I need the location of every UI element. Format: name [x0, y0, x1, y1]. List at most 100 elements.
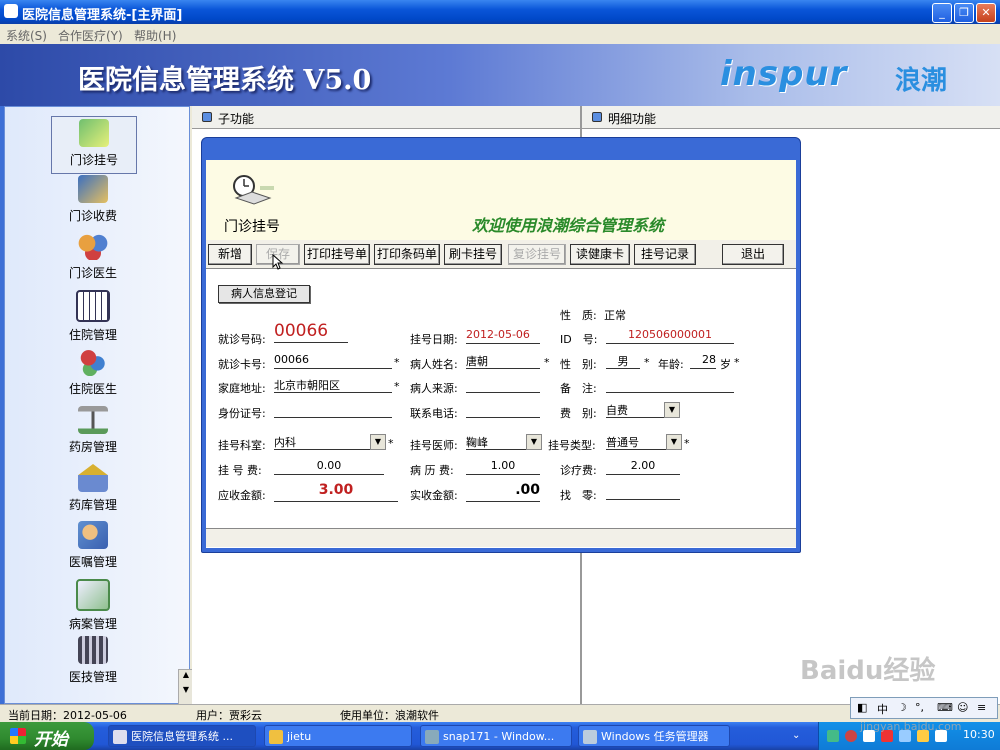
sidebar-item-label: 住院医生 — [68, 382, 117, 396]
image-viewer-icon — [425, 730, 439, 744]
visit-no-field[interactable]: 00066 — [274, 321, 348, 343]
calendar-icon — [76, 290, 110, 322]
sidebar-item-medical-technology[interactable]: 医技管理 — [51, 634, 135, 690]
scroll-down-icon[interactable]: ▼ — [179, 685, 193, 694]
sex-field[interactable]: 男 — [606, 353, 640, 369]
task-label: 医院信息管理系统 ... — [131, 730, 233, 743]
prescription-icon — [78, 521, 108, 549]
sidebar-item-inpatient-doctor[interactable]: 住院医生 — [51, 346, 135, 402]
banner: 医院信息管理系统 V5.0 inspur 浪潮 — [0, 44, 1000, 106]
patient-info-tab[interactable]: 病人信息登记 — [218, 285, 310, 303]
tray-security-icon[interactable] — [845, 730, 857, 742]
chevron-down-icon[interactable]: ▼ — [664, 402, 680, 418]
task-hospital-system[interactable]: 医院信息管理系统 ... — [108, 725, 256, 747]
reg-fee-field[interactable]: 0.00 — [274, 459, 384, 475]
maximize-button[interactable]: ❐ — [954, 3, 974, 23]
card-no-field[interactable]: 00066 — [274, 353, 392, 369]
reg-fee-label: 挂 号 费: — [218, 464, 262, 477]
id-field[interactable]: 120506000001 — [606, 328, 734, 344]
received-label: 实收金额: — [410, 489, 458, 502]
card-no-label: 就诊卡号: — [218, 358, 266, 371]
task-jietu[interactable]: jietu — [264, 725, 412, 747]
treat-fee-label: 诊疗费: — [560, 464, 597, 477]
registration-dialog: 门诊挂号 欢迎使用浪潮综合管理系统 新增 保存 打印挂号单 打印条码单 刷卡挂号… — [201, 137, 801, 553]
revisit-register-button[interactable]: 复诊挂号 — [508, 244, 566, 265]
change-field[interactable] — [606, 484, 680, 500]
patient-name-field[interactable]: 唐朝 — [466, 353, 540, 369]
tools-icon — [78, 636, 108, 664]
sidebar-item-pharmacy[interactable]: 药房管理 — [51, 404, 135, 460]
task-snap171[interactable]: snap171 - Window... — [420, 725, 572, 747]
new-button[interactable]: 新增 — [208, 244, 252, 265]
record-fee-label: 病 历 费: — [410, 464, 454, 477]
age-field[interactable]: 28 — [690, 353, 716, 369]
read-health-card-button[interactable]: 读健康卡 — [570, 244, 630, 265]
ime-keyboard-icon[interactable]: ⌨ — [937, 701, 953, 714]
sidebar-item-drug-warehouse[interactable]: 药库管理 — [51, 462, 135, 518]
dept-select[interactable]: 内科 — [274, 434, 384, 450]
ime-toolbar[interactable]: ◧ 中 ☽ °, ⌨ ☺ ≡ — [850, 697, 998, 719]
sidebar-item-outpatient-doctor[interactable]: 门诊医生 — [51, 230, 135, 286]
print-barcode-button[interactable]: 打印条码单 — [374, 244, 440, 265]
address-field[interactable]: 北京市朝阳区 — [274, 377, 392, 393]
address-label: 家庭地址: — [218, 382, 266, 395]
sidebar-item-label: 病案管理 — [68, 617, 117, 631]
patient-source-field[interactable] — [466, 377, 540, 393]
ime-menu-icon[interactable]: ≡ — [977, 701, 986, 714]
window-title: 医院信息管理系统-[主界面] — [22, 8, 183, 23]
scroll-up-icon[interactable]: ▲ — [179, 670, 193, 679]
change-label: 找 零: — [560, 489, 597, 502]
taskbar-expand-icon[interactable]: ⌄ — [792, 730, 800, 741]
start-label: 开始 — [34, 730, 68, 750]
tray-network-icon[interactable] — [827, 730, 839, 742]
treat-fee-field[interactable]: 2.00 — [606, 459, 680, 475]
sidebar-item-medical-records[interactable]: 病案管理 — [51, 577, 135, 633]
reg-type-label: 挂号类型: — [548, 439, 596, 452]
chevron-down-icon[interactable]: ▼ — [666, 434, 682, 450]
ime-mode[interactable]: 中 — [877, 701, 888, 717]
chevron-down-icon[interactable]: ▼ — [526, 434, 542, 450]
window-titlebar[interactable]: 医院信息管理系统-[主界面] _ ❐ ✕ — [0, 0, 1000, 24]
sex-label: 性 别: — [560, 358, 597, 371]
print-registration-button[interactable]: 打印挂号单 — [304, 244, 370, 265]
close-button[interactable]: ✕ — [976, 3, 996, 23]
ime-user-icon[interactable]: ☺ — [957, 701, 968, 714]
swipe-card-register-button[interactable]: 刷卡挂号 — [444, 244, 502, 265]
menu-system[interactable]: 系统(S) — [6, 27, 47, 44]
sidebar-item-inpatient-management[interactable]: 住院管理 — [51, 288, 135, 344]
dialog-header: 门诊挂号 欢迎使用浪潮综合管理系统 — [206, 160, 796, 241]
start-button[interactable]: 开始 — [0, 722, 94, 750]
received-field[interactable]: .00 — [466, 482, 540, 502]
status-unit: 使用单位：浪潮软件 — [340, 709, 439, 722]
sidebar-item-label: 药库管理 — [68, 498, 117, 512]
remark-field[interactable] — [606, 377, 734, 393]
record-icon — [76, 579, 110, 611]
menu-help[interactable]: 帮助(H) — [134, 27, 176, 44]
cashier-icon — [78, 175, 108, 203]
sidebar-item-medical-orders[interactable]: 医嘱管理 — [51, 519, 135, 575]
chevron-down-icon[interactable]: ▼ — [370, 434, 386, 450]
app-icon — [4, 4, 18, 18]
registration-icon — [79, 119, 109, 147]
medicine-icon — [78, 348, 108, 376]
phone-field[interactable] — [466, 402, 540, 418]
panel-bullet-icon — [592, 112, 602, 122]
detail-function-panel-header: 明细功能 — [582, 106, 1000, 129]
registration-records-button[interactable]: 挂号记录 — [634, 244, 696, 265]
ime-moon-icon[interactable]: ☽ — [897, 701, 907, 714]
receivable-field[interactable]: 3.00 — [274, 482, 398, 502]
sidebar-item-outpatient-registration[interactable]: 门诊挂号 — [51, 116, 137, 174]
remark-label: 备 注: — [560, 382, 597, 395]
minimize-button[interactable]: _ — [932, 3, 952, 23]
exit-button[interactable]: 退出 — [722, 244, 784, 265]
reg-date-field[interactable]: 2012-05-06 — [466, 328, 540, 344]
task-task-manager[interactable]: Windows 任务管理器 — [578, 725, 730, 747]
module-name: 门诊挂号 — [224, 219, 280, 235]
ime-punct-icon[interactable]: °, — [915, 701, 924, 714]
sidebar-item-outpatient-billing[interactable]: 门诊收费 — [51, 173, 135, 229]
menu-cooperative-medical[interactable]: 合作医疗(Y) — [58, 27, 123, 44]
sidebar-item-label: 医嘱管理 — [68, 555, 117, 569]
idcard-field[interactable] — [274, 402, 392, 418]
record-fee-field[interactable]: 1.00 — [466, 459, 540, 475]
clock[interactable]: 10:30 — [963, 728, 995, 741]
